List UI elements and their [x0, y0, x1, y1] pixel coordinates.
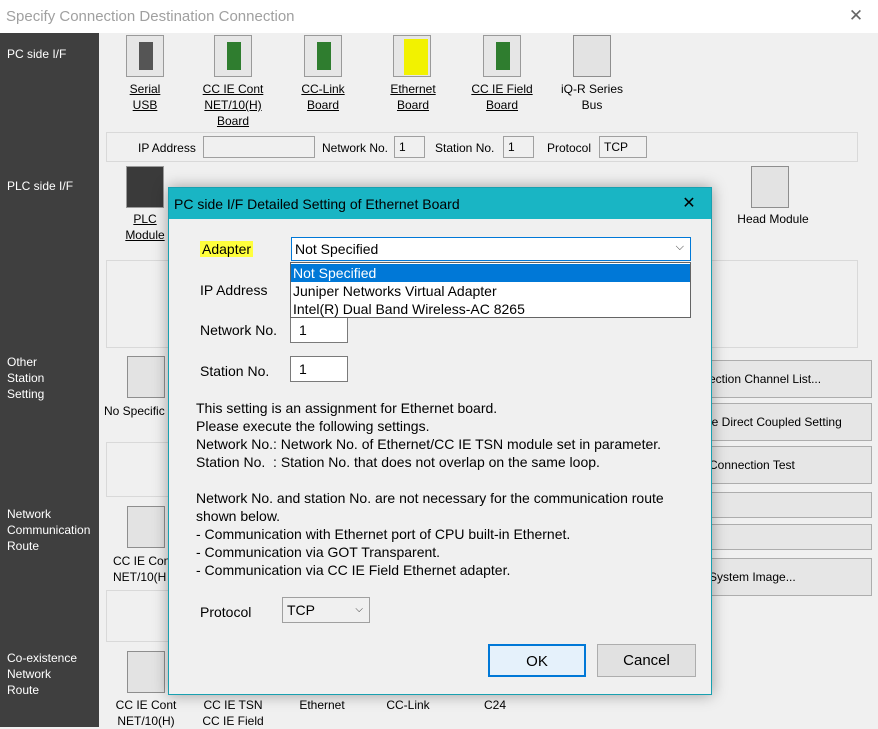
- head-module-icon[interactable]: [751, 166, 789, 208]
- adapter-option-juniper[interactable]: Juniper Networks Virtual Adapter: [291, 282, 690, 300]
- adapter-option-intel-wireless[interactable]: Intel(R) Dual Band Wireless-AC 8265: [291, 300, 690, 318]
- protocol-select[interactable]: TCP ⌵: [282, 597, 370, 623]
- ethernet-board-settings-dialog: PC side I/F Detailed Setting of Ethernet…: [168, 187, 712, 695]
- ok-button[interactable]: OK: [488, 644, 586, 677]
- serial-usb-icon[interactable]: [126, 35, 164, 77]
- cc-ie-field-board-icon[interactable]: [483, 35, 521, 77]
- cc-ie-cont-board-label[interactable]: CC IE Cont NET/10(H) Board: [195, 81, 271, 129]
- window-close-icon[interactable]: ✕: [846, 6, 866, 26]
- adapter-label: Adapter: [200, 241, 254, 257]
- network-route-cc-ie-icon[interactable]: [127, 506, 165, 548]
- no-specification-icon[interactable]: [127, 356, 165, 398]
- dialog-info-text: This setting is an assignment for Ethern…: [196, 400, 664, 578]
- ethernet-board-icon[interactable]: [393, 35, 431, 77]
- chevron-down-icon: ⌵: [355, 604, 363, 615]
- serial-usb-label[interactable]: Serial USB: [115, 81, 175, 113]
- chevron-down-icon: ⌵: [675, 241, 684, 253]
- pc-ip-address-label: IP Address: [138, 141, 196, 155]
- cc-link-board-icon[interactable]: [304, 35, 342, 77]
- sidebar-pc-side-label: PC side I/F: [7, 47, 67, 61]
- adapter-dropdown-list: Not Specified Juniper Networks Virtual A…: [290, 262, 691, 318]
- cc-ie-field-board-label[interactable]: CC IE Field Board: [466, 81, 538, 113]
- iq-r-series-bus-icon[interactable]: [573, 35, 611, 77]
- adapter-option-not-specified[interactable]: Not Specified: [291, 264, 690, 282]
- connection-test-button[interactable]: Connection Test: [700, 446, 872, 484]
- iq-r-series-bus-label[interactable]: iQ-R Series Bus: [555, 81, 629, 113]
- pc-network-no-field[interactable]: 1: [394, 136, 425, 158]
- protocol-select-value: TCP: [287, 602, 315, 618]
- dialog-protocol-label: Protocol: [200, 604, 252, 620]
- dialog-network-no-label: Network No.: [200, 322, 278, 338]
- connection-channel-list-button[interactable]: ection Channel List...: [700, 360, 872, 398]
- adapter-select[interactable]: Not Specified ⌵: [291, 237, 691, 261]
- dialog-station-no-label: Station No.: [200, 363, 270, 379]
- dialog-close-icon[interactable]: ✕: [678, 193, 700, 215]
- dialog-station-no-input[interactable]: 1: [290, 356, 348, 382]
- coexistence-cc-link-label[interactable]: CC-Link: [378, 697, 438, 713]
- right-blank-box-1: [700, 492, 872, 518]
- sidebar-plc-side-label: PLC side I/F: [7, 179, 74, 193]
- direct-coupled-setting-button[interactable]: le Direct Coupled Setting: [700, 403, 872, 441]
- right-blank-box-2: [700, 524, 872, 550]
- network-route-cc-ie-label[interactable]: CC IE Con NET/10(H: [113, 553, 173, 585]
- window-titlebar: Specify Connection Destination Connectio…: [0, 0, 878, 33]
- cancel-button[interactable]: Cancel: [597, 644, 696, 677]
- plc-module-label[interactable]: PLC Module: [115, 211, 175, 243]
- ethernet-board-label[interactable]: Ethernet Board: [381, 81, 445, 113]
- plc-module-icon[interactable]: [126, 166, 164, 208]
- no-specification-label[interactable]: No Specific: [104, 403, 170, 419]
- head-module-label[interactable]: Head Module: [733, 211, 813, 227]
- cc-ie-cont-board-icon[interactable]: [214, 35, 252, 77]
- dialog-network-no-input[interactable]: 1: [290, 317, 348, 343]
- pc-ip-address-field[interactable]: [203, 136, 315, 158]
- sidebar-other-station-label: Other Station Setting: [7, 355, 45, 401]
- pc-network-no-label: Network No.: [322, 141, 389, 155]
- coexistence-c24-label[interactable]: C24: [470, 697, 520, 713]
- dialog-title: PC side I/F Detailed Setting of Ethernet…: [174, 196, 460, 212]
- pc-protocol-field[interactable]: TCP: [599, 136, 647, 158]
- coexistence-cc-ie-cont-label[interactable]: CC IE Cont NET/10(H): [112, 697, 180, 729]
- coexistence-cc-ie-tsn-label[interactable]: CC IE TSN CC IE Field: [198, 697, 268, 729]
- cc-link-board-label[interactable]: CC-Link Board: [293, 81, 353, 113]
- coexistence-ethernet-label[interactable]: Ethernet: [292, 697, 352, 713]
- pc-protocol-label: Protocol: [547, 141, 592, 155]
- adapter-select-value: Not Specified: [295, 241, 379, 257]
- system-image-button[interactable]: System Image...: [700, 558, 872, 596]
- sidebar-coexistence-label: Co-existence Network Route: [7, 651, 78, 697]
- dialog-titlebar: PC side I/F Detailed Setting of Ethernet…: [169, 188, 711, 219]
- window-title: Specify Connection Destination Connectio…: [6, 8, 295, 25]
- pc-station-no-field[interactable]: 1: [503, 136, 534, 158]
- coexistence-cc-ie-cont-icon[interactable]: [127, 651, 165, 693]
- sidebar-network-route-label: Network Communication Route: [7, 507, 91, 553]
- pc-station-no-label: Station No.: [435, 141, 495, 155]
- dialog-ip-address-label: IP Address: [200, 282, 268, 298]
